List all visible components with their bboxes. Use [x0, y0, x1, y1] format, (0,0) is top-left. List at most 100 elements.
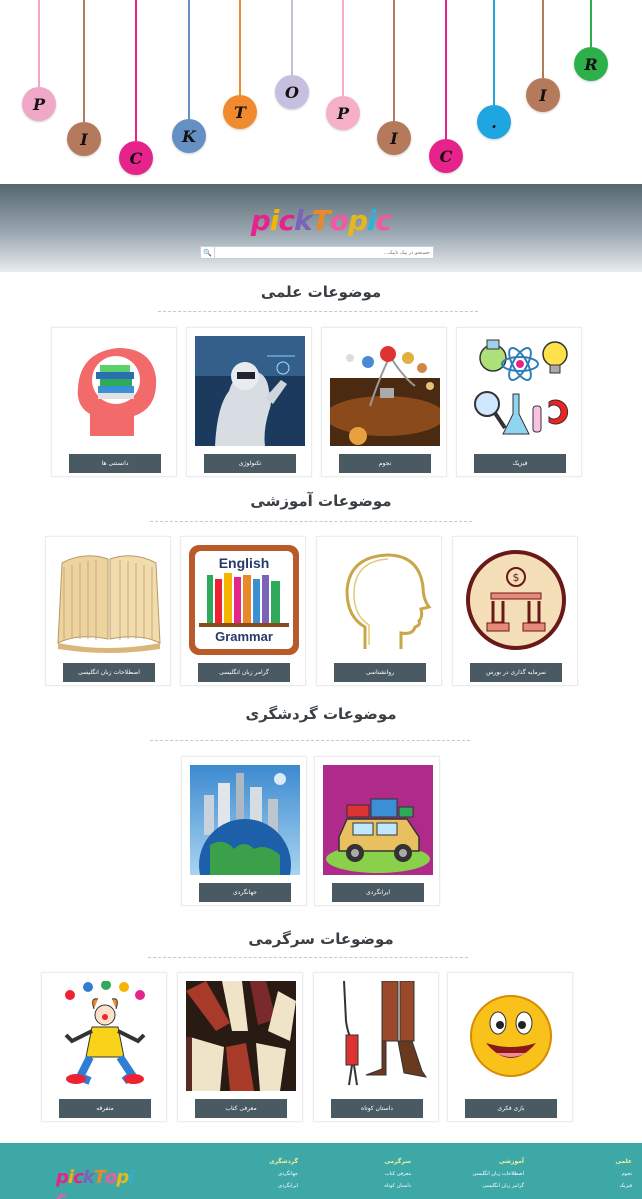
banner-string	[188, 0, 190, 119]
topic-card-brain-games[interactable]: بازی فکری	[447, 972, 573, 1122]
topic-label: اصطلاحات زبان انگلیسی	[63, 663, 155, 682]
footer-col-tourism: گردشگری جهانگردی ایرانگردی	[269, 1158, 298, 1195]
search-button[interactable]: 🔍	[201, 247, 215, 258]
topic-label: گرامر زبان انگلیسی	[198, 663, 290, 682]
topic-card-short-story[interactable]: داستان کوتاه	[313, 972, 439, 1122]
site-logo[interactable]: pickTopic	[0, 204, 642, 237]
knowledge-image	[60, 336, 170, 446]
banner-ball: I	[526, 78, 560, 112]
footer-logo[interactable]: pickTopic	[56, 1167, 136, 1199]
topic-card-astronomy[interactable]: نجوم	[321, 327, 447, 477]
topic-card-knowledge[interactable]: دانستنی ها	[51, 327, 177, 477]
section-divider	[148, 957, 468, 958]
footer-col-title: گردشگری	[269, 1158, 298, 1165]
topic-label: معرفی کتاب	[195, 1099, 287, 1118]
banner-string	[493, 0, 495, 105]
logo-letter: o	[105, 1167, 117, 1188]
svg-text:$: $	[513, 571, 520, 584]
footer-link[interactable]: نجوم	[615, 1171, 632, 1177]
topic-card-english-idioms[interactable]: اصطلاحات زبان انگلیسی	[45, 536, 171, 686]
banner-letter: R	[574, 0, 608, 81]
banner-string	[393, 0, 395, 121]
banner-string	[590, 0, 592, 47]
topic-label: سرمایه گذاری در بورس	[470, 663, 562, 682]
section-title-science: موضوعات علمی	[260, 283, 382, 301]
footer-link[interactable]: ایرانگردی	[269, 1183, 298, 1189]
topic-label: فیزیک	[474, 454, 566, 473]
psychology-image	[325, 545, 435, 655]
topic-card-psychology[interactable]: روانشناسی	[316, 536, 442, 686]
footer-col-education: آموزشی اصطلاحات زبان انگلیسی گرامر زبان …	[472, 1158, 524, 1195]
logo-letter: i	[128, 1167, 134, 1188]
banner-string	[38, 0, 40, 87]
section-title-tourism: موضوعات گردشگری	[245, 705, 397, 723]
misc-image	[50, 981, 160, 1091]
logo-letter: c	[278, 204, 295, 237]
banner-letter: T	[223, 0, 257, 129]
topic-label: نجوم	[339, 454, 431, 473]
logo-letter: c	[73, 1167, 84, 1188]
banner-ball: C	[429, 139, 463, 173]
topic-card-english-grammar[interactable]: English Grammar گرامر زبان انگلیسی	[180, 536, 306, 686]
banner-letter: I	[377, 0, 411, 155]
footer-link[interactable]: اصطلاحات زبان انگلیسی	[472, 1171, 524, 1177]
topic-card-technology[interactable]: تکنولوژی	[186, 327, 312, 477]
banner-ball: C	[119, 141, 153, 175]
banner-string	[135, 0, 137, 141]
logo-letter: T	[93, 1167, 106, 1188]
banner-ball: I	[377, 121, 411, 155]
brain-games-image	[456, 981, 566, 1091]
banner-string	[291, 0, 293, 75]
banner-letter: O	[275, 0, 309, 109]
logo-letter: p	[347, 204, 368, 237]
banner-ball: P	[22, 87, 56, 121]
topic-card-stock-investment[interactable]: $ سرمایه گذاری در بورس	[452, 536, 578, 686]
banner-string	[342, 0, 344, 96]
banner-ball: R	[574, 47, 608, 81]
banner-letter: C	[429, 0, 463, 173]
topic-card-physics[interactable]: فیزیک	[456, 327, 582, 477]
footer-col-entertainment: سرگرمی معرفی کتاب داستان کوتاه	[384, 1158, 411, 1195]
english-idioms-image	[54, 545, 164, 655]
section-divider	[150, 521, 472, 522]
section-divider	[158, 311, 478, 312]
section-title-education: موضوعات آموزشی	[250, 492, 392, 510]
footer-link[interactable]: گرامر زبان انگلیسی	[472, 1183, 524, 1189]
topic-label: روانشناسی	[334, 663, 426, 682]
search-input[interactable]	[215, 247, 433, 258]
world-tourism-image	[190, 765, 300, 875]
topic-card-world-tourism[interactable]: جهانگردی	[181, 756, 307, 906]
banner-letter: P	[326, 0, 360, 130]
topic-card-iran-tourism[interactable]: ایرانگردی	[314, 756, 440, 906]
topic-label: داستان کوتاه	[331, 1099, 423, 1118]
physics-image	[465, 336, 575, 446]
banner-string	[445, 0, 447, 139]
iran-tourism-image	[323, 765, 433, 875]
footer-link[interactable]: داستان کوتاه	[384, 1183, 411, 1189]
banner-string	[239, 0, 241, 95]
book-title-bottom: Grammar	[215, 629, 273, 644]
logo-letter: T	[311, 204, 331, 237]
banner-string	[542, 0, 544, 78]
topic-card-misc[interactable]: متفرقه	[41, 972, 167, 1122]
footer-col-science: علمی نجوم فیزیک	[615, 1158, 632, 1195]
topic-card-book-intro[interactable]: معرفی کتاب	[177, 972, 303, 1122]
astronomy-image	[330, 336, 440, 446]
topic-label: بازی فکری	[465, 1099, 557, 1118]
footer-link[interactable]: جهانگردی	[269, 1171, 298, 1177]
logo-letter: c	[56, 1188, 67, 1199]
footer-col-title: آموزشی	[499, 1158, 524, 1165]
footer-link[interactable]: فیزیک	[615, 1183, 632, 1189]
banner-ball: I	[67, 122, 101, 156]
banner-letter: C	[119, 0, 153, 175]
topic-label: دانستنی ها	[69, 454, 161, 473]
footer-col-title: سرگرمی	[384, 1158, 411, 1165]
logo-letter: c	[375, 204, 393, 237]
banner-ball: T	[223, 95, 257, 129]
technology-image	[195, 336, 305, 446]
section-divider	[150, 740, 470, 741]
banner-ball: K	[172, 119, 206, 153]
footer-link[interactable]: معرفی کتاب	[384, 1171, 411, 1177]
banner-letter: P	[22, 0, 56, 121]
topic-label: جهانگردی	[199, 883, 291, 902]
